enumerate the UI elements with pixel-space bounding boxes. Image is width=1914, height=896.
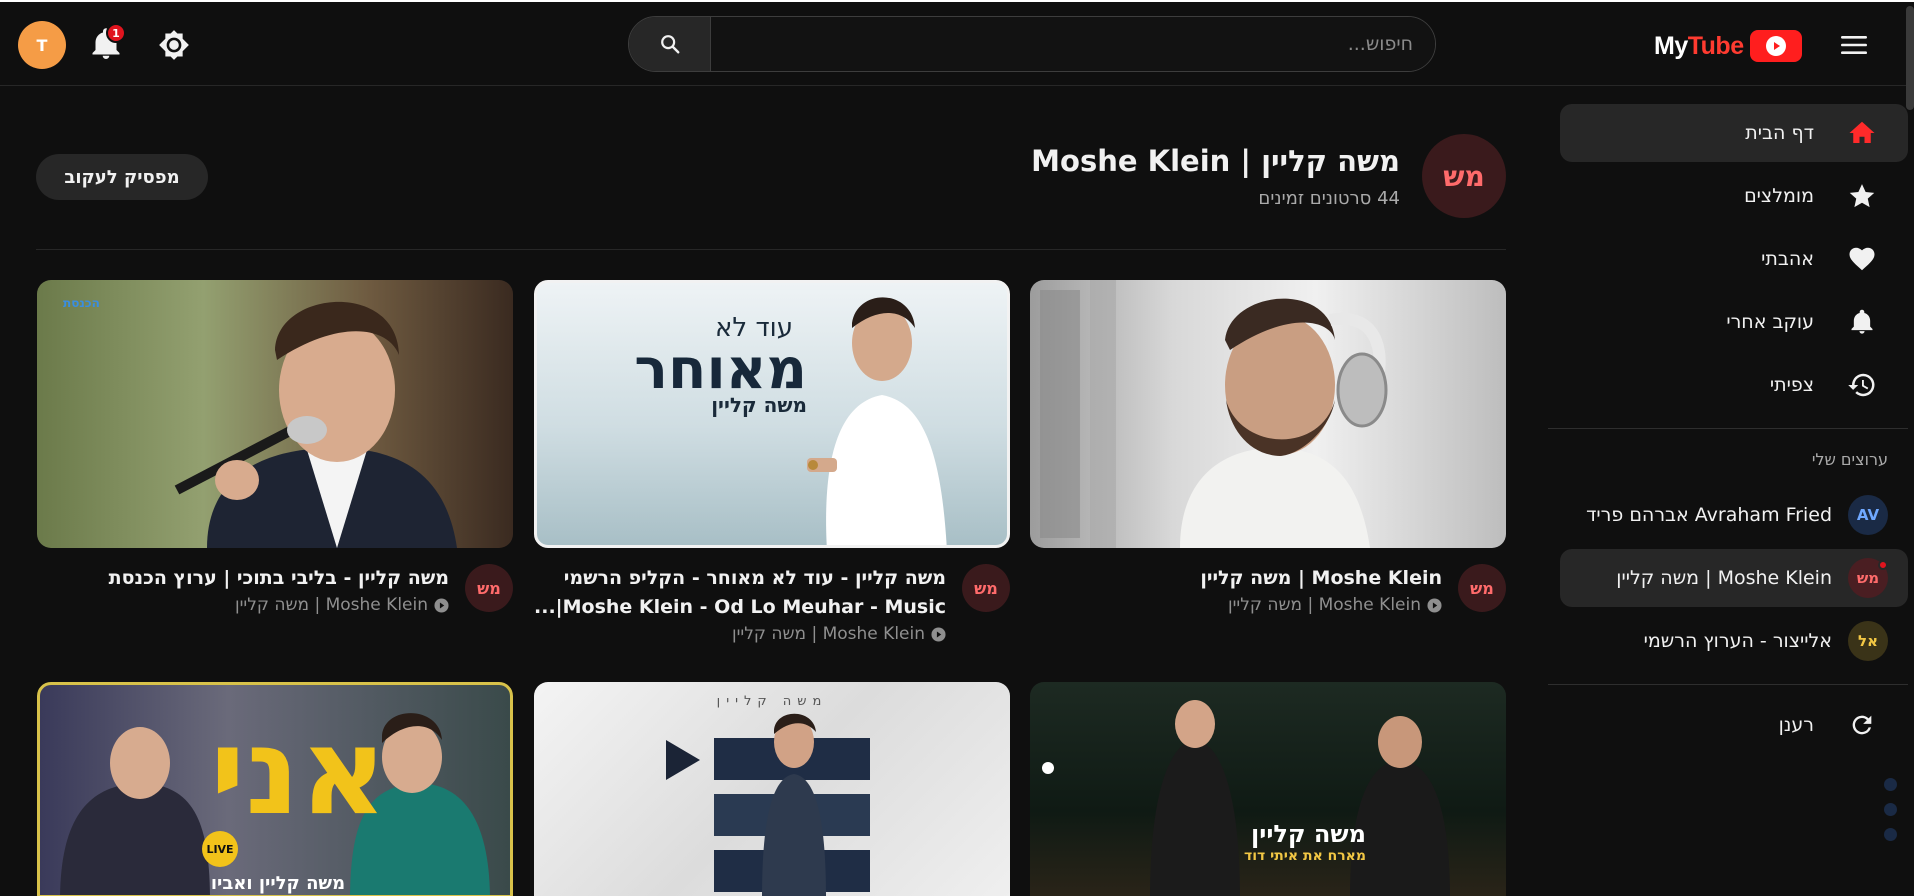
- sidebar-item-following[interactable]: עוקב אחרי: [1560, 293, 1908, 351]
- video-channel-name[interactable]: Moshe Klein | משה קליין: [1030, 595, 1442, 615]
- channel-avatar: AV: [1848, 495, 1888, 535]
- search-bar: [628, 16, 1436, 72]
- video-thumbnail[interactable]: משה קליין: [534, 682, 1010, 896]
- sidebar-channel-avraham-fried[interactable]: AV Avraham Fried אברהם פריד: [1560, 486, 1908, 544]
- video-channel-label: Moshe Klein | משה קליין: [732, 624, 925, 644]
- page-scrollbar[interactable]: [1906, 6, 1914, 110]
- video-thumbnail[interactable]: משה קליין מארח את איתי דוד: [1030, 682, 1506, 896]
- menu-hamburger-icon[interactable]: [1839, 33, 1869, 57]
- sidebar-divider: [1548, 684, 1908, 685]
- channel-avatar-large: מש: [1422, 134, 1506, 218]
- video-card[interactable]: עוד לא מאוחר משה קליין מש משה קליין - עו…: [534, 280, 1010, 644]
- video-meta: מש Moshe Klein | משה קליין Moshe Klein |…: [1030, 564, 1506, 615]
- play-circle-icon: [434, 597, 449, 613]
- notification-badge: 1: [106, 23, 126, 43]
- video-card[interactable]: אני LIVE משה קליין ואביו: [37, 682, 513, 896]
- video-title[interactable]: משה קליין - עוד לא מאוחר - הקליפ הרשמי M…: [534, 564, 946, 622]
- search-input[interactable]: [711, 17, 1435, 71]
- video-channel-name[interactable]: Moshe Klein | משה קליין: [37, 595, 449, 615]
- channel-title: משה קליין | Moshe Klein: [1031, 144, 1400, 178]
- sidebar-item-label: אהבתי: [1761, 248, 1814, 270]
- channels-heading: ערוצים שלי: [1811, 450, 1888, 469]
- channel-avatar: מש: [1848, 558, 1888, 598]
- live-badge: LIVE: [202, 831, 238, 867]
- sidebar-channel-eliezer[interactable]: אל אלייצור - הערוץ הרשמי: [1560, 612, 1908, 670]
- scroll-dot: [1884, 778, 1897, 791]
- channel-avatar-initials: מש: [1856, 569, 1880, 587]
- video-title[interactable]: Moshe Klein | משה קליין: [1030, 564, 1442, 593]
- live-indicator-dot: [1878, 560, 1888, 570]
- video-channel-label: Moshe Klein | משה קליין: [1228, 595, 1421, 615]
- video-card[interactable]: הכנסת מש משה קליין - בליבי בתוכי | ערוץ …: [37, 280, 513, 615]
- video-card[interactable]: מש Moshe Klein | משה קליין Moshe Klein |…: [1030, 280, 1506, 615]
- video-thumbnail[interactable]: אני LIVE משה קליין ואביו: [37, 682, 513, 896]
- channel-label: Moshe Klein | משה קליין: [1616, 567, 1832, 589]
- channel-header: מש משה קליין | Moshe Klein 44 סרטונים זמ…: [36, 132, 1506, 250]
- star-icon: [1846, 180, 1878, 212]
- sidebar-item-home[interactable]: דף הבית: [1560, 104, 1908, 162]
- channel-avatar: אל: [1848, 621, 1888, 661]
- scroll-dot: [1884, 803, 1897, 816]
- video-channel-name[interactable]: Moshe Klein | משה קליין: [534, 624, 946, 644]
- sidebar-item-recommended[interactable]: מומלצים: [1560, 167, 1908, 225]
- sidebar-item-label: רענן: [1778, 714, 1814, 736]
- sidebar-item-history[interactable]: צפיתי: [1560, 356, 1908, 414]
- thumbnail-text: מארח את איתי דוד: [1243, 848, 1366, 864]
- mytube-logo[interactable]: MyTube: [1654, 30, 1802, 62]
- refresh-icon: [1846, 709, 1878, 741]
- logo-my-text: My: [1654, 31, 1688, 60]
- video-card[interactable]: משה קליין: [534, 682, 1010, 896]
- history-icon: [1846, 369, 1878, 401]
- play-circle-icon: [931, 626, 946, 642]
- channel-label: אלייצור - הערוץ הרשמי: [1643, 630, 1832, 652]
- video-channel-avatar[interactable]: מש: [1458, 564, 1506, 612]
- thumbnail-text: משה קליין: [1251, 820, 1366, 848]
- video-channel-label: Moshe Klein | משה קליין: [235, 595, 428, 615]
- logo-tube-text: Tube: [1687, 31, 1744, 60]
- video-title[interactable]: משה קליין - בליבי בתוכי | ערוץ הכנסת: [37, 564, 449, 593]
- top-header: T 1 MyTube: [0, 2, 1914, 86]
- search-button[interactable]: [629, 17, 711, 71]
- video-channel-avatar[interactable]: מש: [465, 564, 513, 612]
- scroll-dot: [1884, 828, 1897, 841]
- heart-icon: [1846, 243, 1878, 275]
- user-avatar[interactable]: T: [18, 21, 66, 69]
- sidebar-item-label: דף הבית: [1745, 122, 1814, 144]
- sidebar-item-refresh[interactable]: רענן: [1560, 696, 1908, 754]
- sidebar-channel-moshe-klein[interactable]: מש Moshe Klein | משה קליין: [1560, 549, 1908, 607]
- unfollow-button[interactable]: מפסיק לעקוב: [36, 154, 208, 200]
- theme-toggle-icon[interactable]: [157, 28, 191, 62]
- sidebar-item-liked[interactable]: אהבתי: [1560, 230, 1908, 288]
- logo-play-icon: [1749, 30, 1802, 62]
- video-thumbnail[interactable]: [1030, 280, 1506, 548]
- video-meta: מש משה קליין - עוד לא מאוחר - הקליפ הרשמ…: [534, 564, 1010, 644]
- video-channel-avatar[interactable]: מש: [962, 564, 1010, 612]
- search-icon: [660, 35, 679, 54]
- sidebar: דף הבית מומלצים אהבתי עוקב אחרי צפיתי ער…: [1548, 88, 1914, 896]
- thumbnail-text: אני: [210, 703, 388, 842]
- video-card[interactable]: משה קליין מארח את איתי דוד: [1030, 682, 1506, 896]
- channel-video-count: 44 סרטונים זמינים: [1258, 188, 1400, 209]
- video-meta: מש משה קליין - בליבי בתוכי | ערוץ הכנסת …: [37, 564, 513, 615]
- sidebar-item-label: מומלצים: [1744, 185, 1814, 207]
- video-thumbnail[interactable]: עוד לא מאוחר משה קליין: [534, 280, 1010, 548]
- home-icon: [1846, 117, 1878, 149]
- video-thumbnail[interactable]: הכנסת: [37, 280, 513, 548]
- play-circle-icon: [1427, 597, 1442, 613]
- channel-label: Avraham Fried אברהם פריד: [1586, 504, 1832, 526]
- sidebar-divider: [1548, 428, 1908, 429]
- sidebar-item-label: צפיתי: [1769, 374, 1814, 396]
- bell-icon: [1846, 306, 1878, 338]
- thumbnail-text: משה קליין ואביו: [210, 873, 346, 894]
- sidebar-item-label: עוקב אחרי: [1726, 311, 1814, 333]
- scroll-indicator: [1884, 778, 1898, 853]
